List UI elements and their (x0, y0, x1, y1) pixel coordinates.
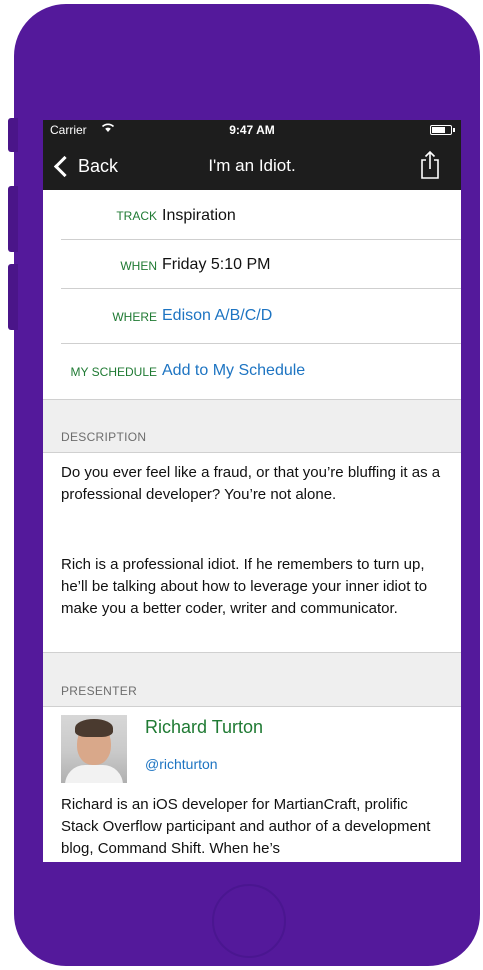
page-title: I'm an Idiot. (208, 156, 296, 175)
share-icon[interactable] (419, 150, 441, 180)
home-button[interactable] (212, 884, 286, 958)
add-to-schedule-button[interactable]: Add to My Schedule (162, 362, 305, 380)
where-label: WHERE (112, 310, 157, 324)
volume-down-button (8, 264, 18, 330)
avatar-hair (75, 719, 113, 737)
presenter-name: Richard Turton (145, 717, 264, 737)
app-screen: Carrier 9:47 AM Back I'm an Idiot. TRACK… (43, 120, 461, 862)
where-link[interactable]: Edison A/B/C/D (162, 307, 272, 325)
navigation-bar: Carrier 9:47 AM Back I'm an Idiot. (43, 120, 461, 190)
description-header-label: DESCRIPTION (61, 430, 147, 444)
battery-level (432, 127, 445, 133)
status-bar: Carrier 9:47 AM (43, 120, 461, 140)
when-value: Friday 5:10 PM (162, 256, 271, 273)
track-value: Inspiration (162, 207, 236, 224)
presenter-avatar[interactable] (61, 715, 127, 783)
detail-row-my-schedule[interactable]: MY SCHEDULE Add to My Schedule (43, 344, 461, 399)
battery-icon (430, 125, 452, 135)
status-time: 9:47 AM (229, 123, 275, 137)
detail-row-where[interactable]: WHERE Edison A/B/C/D (61, 289, 461, 344)
presenter-header: PRESENTER (43, 652, 461, 707)
track-label: TRACK (116, 209, 157, 223)
avatar-shirt (65, 765, 123, 783)
my-schedule-label: MY SCHEDULE (70, 365, 157, 379)
description-paragraph: Rich is a professional idiot. If he reme… (61, 556, 428, 617)
detail-row-when: WHEN Friday 5:10 PM (61, 240, 461, 289)
volume-up-button (8, 186, 18, 252)
mute-switch (8, 118, 18, 152)
detail-row-track: TRACK Inspiration (61, 190, 461, 240)
when-label: WHEN (120, 259, 157, 273)
description-header: DESCRIPTION (43, 399, 461, 453)
description-paragraph: Do you ever feel like a fraud, or that y… (61, 464, 441, 503)
battery-tip (453, 128, 455, 132)
presenter-bio: Richard is an iOS developer for MartianC… (61, 796, 431, 857)
presenter-header-label: PRESENTER (61, 684, 138, 698)
presenter-twitter-link[interactable]: @richturton (145, 756, 218, 772)
